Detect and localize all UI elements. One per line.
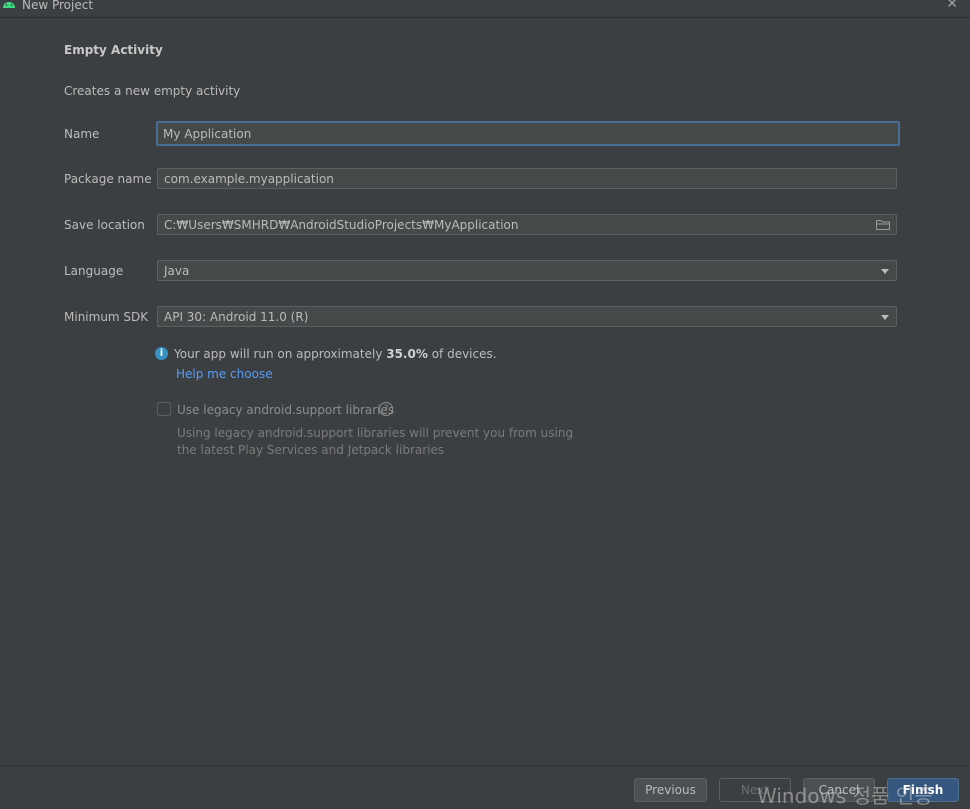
coverage-percent: 35.0% bbox=[386, 347, 428, 361]
help-me-choose-link[interactable]: Help me choose bbox=[176, 367, 273, 381]
legacy-support-checkbox[interactable] bbox=[157, 402, 171, 416]
coverage-suffix: of devices. bbox=[427, 347, 497, 361]
device-coverage-text: Your app will run on approximately 35.0%… bbox=[174, 347, 497, 361]
finish-button[interactable]: Finish bbox=[887, 778, 959, 802]
language-value: Java bbox=[164, 264, 190, 278]
close-icon[interactable]: ✕ bbox=[946, 0, 958, 12]
package-name-input[interactable]: com.example.myapplication bbox=[157, 168, 897, 189]
save-location-input[interactable]: C:₩Users₩SMHRD₩AndroidStudioProjects₩MyA… bbox=[157, 214, 897, 235]
language-label: Language bbox=[64, 264, 124, 278]
folder-icon[interactable] bbox=[876, 219, 890, 230]
name-input[interactable]: My Application bbox=[156, 121, 900, 146]
coverage-prefix: Your app will run on approximately bbox=[174, 347, 387, 361]
package-name-label: Package name bbox=[64, 172, 152, 186]
min-sdk-dropdown[interactable]: API 30: Android 11.0 (R) bbox=[157, 306, 897, 327]
legacy-support-label[interactable]: Use legacy android.support libraries bbox=[177, 403, 394, 417]
page-subtitle: Creates a new empty activity bbox=[64, 84, 241, 98]
title-bar: New Project ✕ bbox=[0, 0, 970, 18]
save-location-value: C:₩Users₩SMHRD₩AndroidStudioProjects₩MyA… bbox=[164, 218, 519, 232]
name-input-value: My Application bbox=[163, 127, 252, 141]
name-label: Name bbox=[64, 127, 100, 141]
chevron-down-icon bbox=[881, 315, 889, 320]
package-name-value: com.example.myapplication bbox=[164, 172, 334, 186]
chevron-down-icon bbox=[881, 269, 889, 274]
legacy-description-line: the latest Play Services and Jetpack lib… bbox=[177, 443, 445, 457]
next-button[interactable]: Next bbox=[719, 778, 791, 802]
android-icon bbox=[3, 2, 15, 8]
cancel-button[interactable]: Cancel bbox=[803, 778, 875, 802]
previous-button[interactable]: Previous bbox=[634, 778, 707, 802]
min-sdk-value: API 30: Android 11.0 (R) bbox=[164, 310, 309, 324]
page-title: Empty Activity bbox=[64, 43, 163, 57]
language-dropdown[interactable]: Java bbox=[157, 260, 897, 281]
legacy-description-line: Using legacy android.support libraries w… bbox=[177, 426, 574, 440]
info-icon: i bbox=[155, 347, 168, 360]
legacy-support-description: Using legacy android.support libraries w… bbox=[177, 425, 577, 459]
help-question-icon[interactable]: ? bbox=[379, 402, 393, 416]
window-title: New Project bbox=[22, 0, 94, 12]
save-location-label: Save location bbox=[64, 218, 145, 232]
footer-divider bbox=[0, 765, 970, 766]
min-sdk-label: Minimum SDK bbox=[64, 310, 149, 324]
